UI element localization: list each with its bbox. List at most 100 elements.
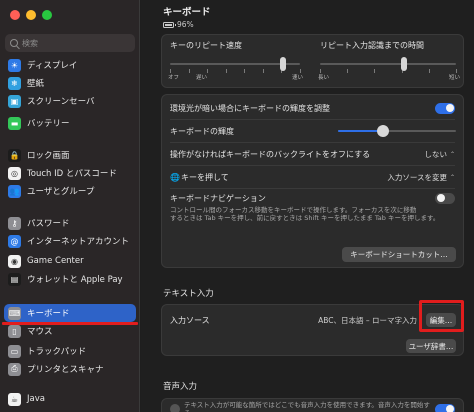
search-icon — [10, 39, 18, 47]
adjust-brightness-toggle[interactable] — [435, 102, 455, 114]
keyboard-nav-row: キーボードナビゲーション — [162, 191, 463, 205]
repeat-card: キーのリピート速度 リピート入力認識までの時間 オフ 遅い 速い 長い 短い — [161, 34, 464, 88]
adjust-brightness-row: 環境光が暗い場合にキーボードの輝度を調整 — [162, 98, 463, 118]
sidebar-item-wallpaper[interactable]: ❄ 壁紙 — [4, 74, 136, 92]
toggle-knob — [445, 405, 454, 412]
keyboard-nav-label: キーボードナビゲーション — [170, 193, 266, 203]
sidebar-item-battery[interactable]: ▬ バッテリー — [4, 114, 136, 132]
search-field[interactable]: 検索 — [5, 34, 135, 52]
key-repeat-slider-tick — [188, 69, 190, 73]
delay-slider-tick — [428, 69, 430, 73]
sidebar-item-label: ウォレットと Apple Pay — [27, 275, 123, 285]
dictation-toggle[interactable] — [435, 403, 455, 412]
keyboard-nav-toggle[interactable] — [435, 192, 455, 204]
delay-slider-tick — [320, 69, 321, 73]
repeat-fast-label: 速い — [292, 75, 304, 81]
sidebar-item-label: 壁紙 — [27, 79, 45, 89]
mouse-icon: ▯ — [8, 324, 21, 338]
backlight-off-value: しない — [424, 149, 447, 159]
sidebar-item-keyboard[interactable]: ⌨ キーボード — [4, 304, 136, 322]
globe-key-label: キーを押して — [180, 172, 229, 182]
chevron-updown-icon: ⌃ — [449, 173, 455, 181]
wallpaper-icon: ❄ — [8, 76, 21, 90]
delay-short-label: 短い — [449, 75, 461, 81]
trackpad-icon: ▭ — [8, 344, 21, 358]
delay-long-label: 長い — [318, 75, 330, 81]
sidebar-item-gamecenter[interactable]: ◉ Game Center — [4, 252, 136, 270]
sidebar-item-java[interactable]: ☕ Java — [4, 390, 136, 408]
close-window-button[interactable] — [10, 10, 20, 20]
sidebar-item-display[interactable]: ☀ ディスプレイ — [4, 56, 136, 74]
delay-slider-knob[interactable] — [401, 57, 408, 71]
sidebar-item-label: Touch ID とパスコード — [27, 169, 117, 179]
sidebar-item-trackpad[interactable]: ▭ トラックパッド — [4, 342, 136, 360]
keyboard-shortcuts-button[interactable]: キーボードショートカット… — [342, 247, 456, 262]
keyboard-battery: 96% — [163, 20, 211, 29]
key-repeat-slider-tick — [225, 69, 227, 73]
dictation-icon — [170, 404, 180, 412]
battery-percent: 96% — [177, 20, 194, 29]
key-repeat-slider-tick — [244, 69, 246, 73]
dictation-card: テキスト入力が可能な箇所ではどこでも音声入力を使用できます。音声入力を開始する — [161, 398, 464, 412]
chevron-updown-icon: ⌃ — [449, 150, 455, 158]
annotation-box — [419, 300, 464, 332]
sidebar-item-label: パスワード — [27, 219, 70, 229]
key-repeat-slider-knob[interactable] — [280, 57, 287, 71]
keyboard-nav-desc-line-2: するときは Tab キーを押し、前に戻すときは Shift キーを押したまま T… — [170, 214, 440, 223]
search-placeholder: 検索 — [22, 38, 38, 48]
page-title: キーボード — [163, 7, 211, 18]
page-header: キーボード 96% — [163, 4, 211, 29]
users-icon: 👥 — [8, 184, 21, 198]
sidebar-item-label: Game Center — [27, 256, 84, 266]
globe-key-popup[interactable]: 入力ソースを変更 ⌃ — [387, 172, 455, 183]
delay-slider[interactable] — [320, 63, 456, 65]
java-icon: ☕ — [8, 392, 21, 406]
sidebar-item-at[interactable]: @ インターネットアカウント — [4, 232, 136, 250]
key-repeat-label: キーのリピート速度 — [170, 41, 242, 50]
zoom-window-button[interactable] — [42, 10, 52, 20]
sidebar-item-label: Java — [27, 394, 45, 404]
delay-slider-tick — [456, 69, 457, 73]
wallet-icon: ▤ — [8, 272, 21, 286]
sidebar-item-label: トラックパッド — [27, 347, 87, 357]
key-repeat-slider-tick — [170, 69, 171, 73]
lock-icon: 🔒 — [8, 148, 21, 162]
toggle-knob — [436, 194, 445, 202]
gamecenter-icon: ◉ — [8, 254, 21, 268]
input-sources-value: ABC、日本語 – ローマ字入力 — [318, 315, 417, 325]
dictation-description: テキスト入力が可能な箇所ではどこでも音声入力を使用できます。音声入力を開始する — [183, 400, 430, 412]
sidebar-item-label: ディスプレイ — [27, 61, 78, 71]
backlight-off-row: 操作がなければキーボードのバックライトをオフにする しない ⌃ — [162, 144, 463, 164]
sidebar-item-label: キーボード — [27, 309, 70, 319]
sidebar-item-users[interactable]: 👥 ユーザとグループ — [4, 182, 136, 200]
battery-level-icon — [163, 21, 176, 28]
annotation-underline — [2, 322, 138, 325]
screensaver-icon: ▣ — [8, 94, 21, 108]
user-dictionary-button[interactable]: ユーザ辞書… — [406, 339, 456, 353]
adjust-brightness-label: 環境光が暗い場合にキーボードの輝度を調整 — [170, 103, 330, 113]
sidebar-item-label: ユーザとグループ — [27, 187, 95, 197]
repeat-off-label: オフ — [168, 75, 180, 81]
sidebar-item-printer[interactable]: ⎙ プリンタとスキャナ — [4, 360, 136, 378]
printer-icon: ⎙ — [8, 362, 21, 376]
sidebar-item-label: スクリーンセーバ — [27, 97, 95, 107]
sidebar-item-wallet[interactable]: ▤ ウォレットと Apple Pay — [4, 270, 136, 288]
dictation-section-title: 音声入力 — [163, 382, 198, 392]
sidebar-item-screensaver[interactable]: ▣ スクリーンセーバ — [4, 92, 136, 110]
at-icon: @ — [8, 234, 21, 248]
toggle-knob — [445, 104, 454, 112]
brightness-slider-knob[interactable] — [376, 125, 389, 137]
sidebar-item-fingerprint[interactable]: ◎ Touch ID とパスコード — [4, 164, 136, 182]
delay-slider-tick — [347, 69, 349, 73]
backlight-off-label: 操作がなければキーボードのバックライトをオフにする — [170, 149, 371, 159]
keyboard-icon: ⌨ — [8, 306, 21, 320]
globe-key-row: 🌐 キーを押して 入力ソースを変更 ⌃ — [162, 167, 463, 187]
display-icon: ☀ — [8, 58, 21, 72]
fingerprint-icon: ◎ — [8, 166, 21, 180]
sidebar-item-label: ロック画面 — [27, 151, 70, 161]
sidebar-item-lock[interactable]: 🔒 ロック画面 — [4, 146, 136, 164]
backlight-off-popup[interactable]: しない ⌃ — [424, 149, 455, 160]
sidebar-item-key[interactable]: ⚷ パスワード — [4, 214, 136, 232]
minimize-window-button[interactable] — [26, 10, 36, 20]
window-controls — [10, 10, 52, 20]
